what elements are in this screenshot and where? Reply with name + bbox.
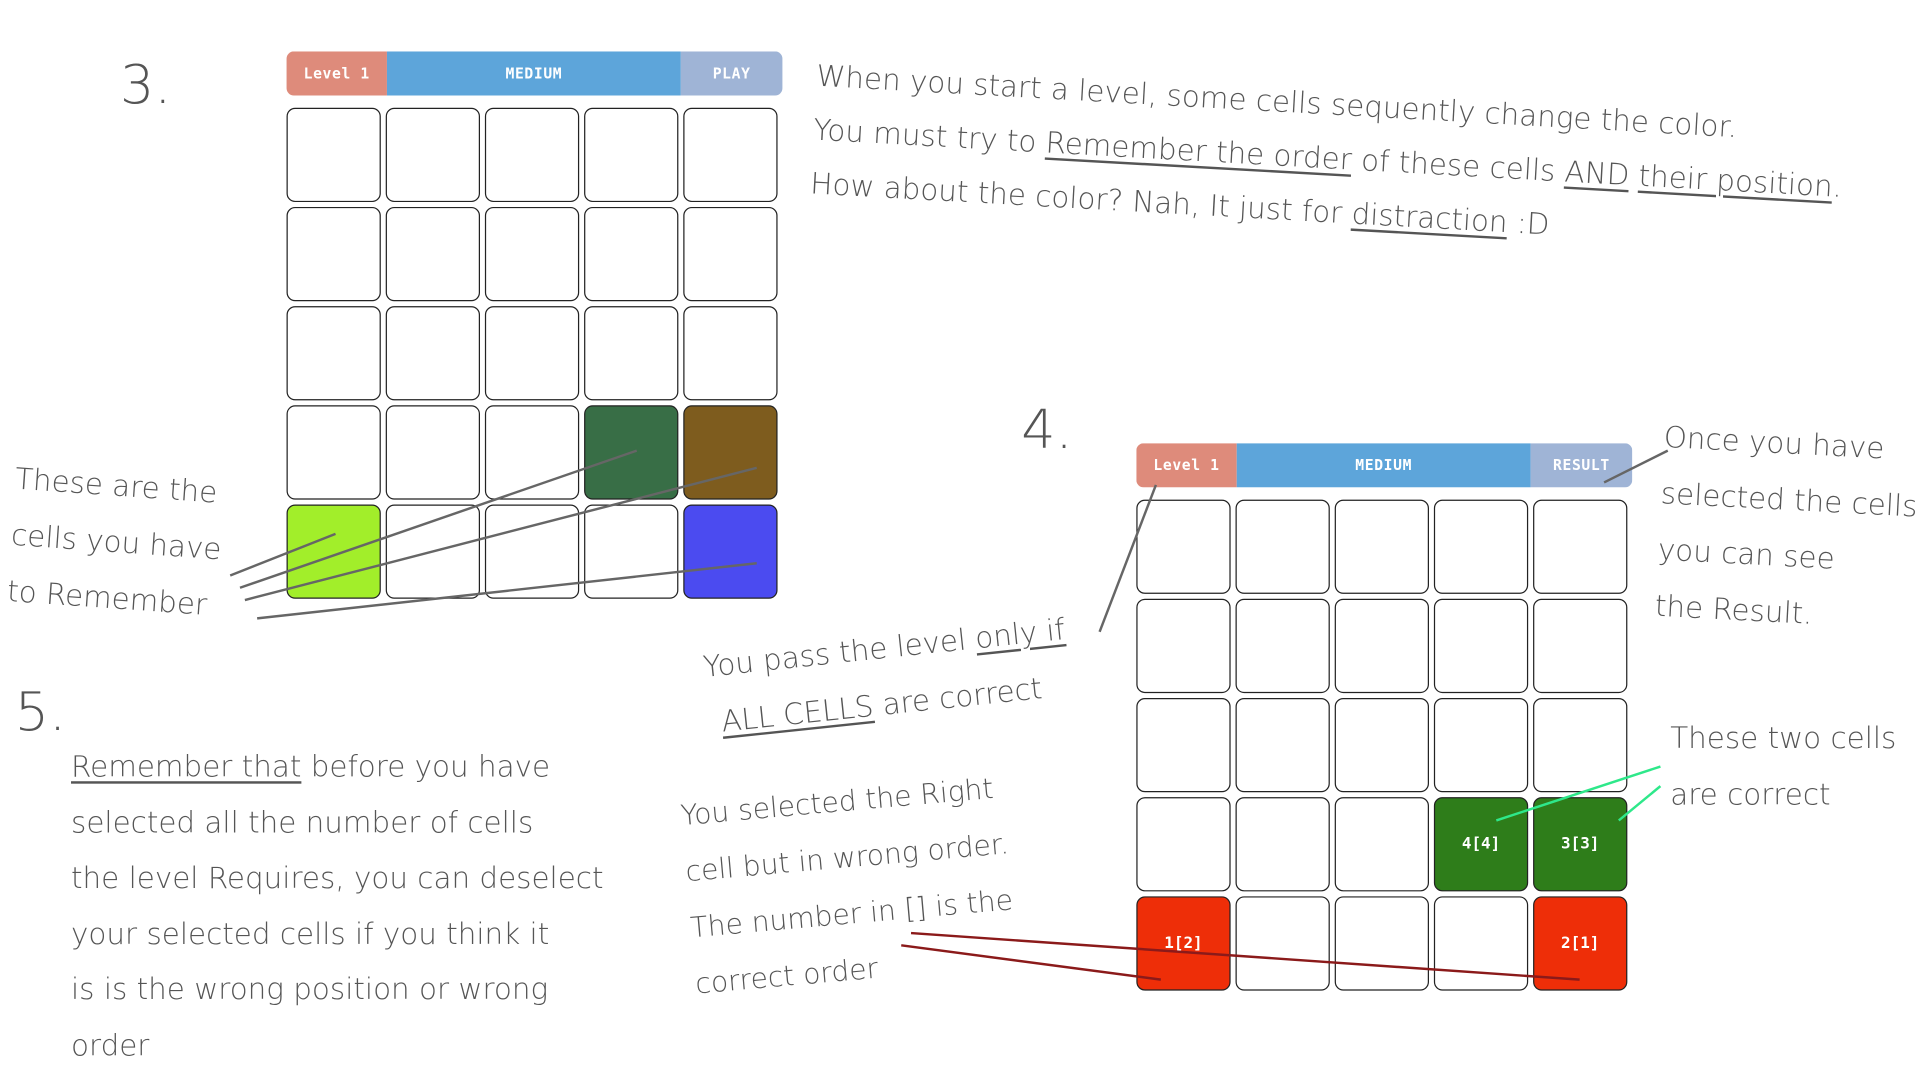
deselect-annotation: Remember that before you have selected a… — [71, 740, 603, 1074]
grid-cell[interactable] — [1533, 598, 1628, 694]
memory-grid — [286, 107, 778, 599]
grid-cell[interactable] — [1136, 697, 1231, 793]
grid-cell[interactable] — [683, 107, 778, 203]
grid-cell[interactable] — [385, 306, 481, 401]
remember-annotation: These are the cells you have to Remember — [5, 451, 227, 634]
intro-text: . — [1831, 169, 1843, 205]
grid-cell[interactable] — [584, 504, 679, 599]
intro-annotation: When you start a level, some cells seque… — [809, 49, 1847, 268]
grid-cell[interactable] — [683, 306, 778, 401]
pass-emphasis-only-if: only if — [973, 612, 1067, 656]
grid-cell[interactable] — [683, 504, 778, 599]
deselect-emphasis: Remember that — [71, 749, 302, 784]
grid-cell[interactable]: 2[1] — [1533, 896, 1628, 991]
grid-cell[interactable] — [1334, 697, 1429, 793]
wrong-order-annotation: You selected the Right cell but in wrong… — [678, 760, 1021, 1013]
game-header-bar: Level 1 MEDIUM PLAY — [286, 51, 783, 96]
grid-cell[interactable] — [484, 405, 580, 500]
pass-text: are correct — [871, 671, 1044, 724]
deselect-line-6: order — [71, 1027, 150, 1063]
grid-cell[interactable] — [286, 107, 381, 203]
pass-annotation: You pass the level only if ALL CELLS are… — [700, 601, 1073, 751]
grid-cell[interactable] — [1334, 499, 1429, 594]
grid-cell[interactable] — [1136, 797, 1231, 892]
result-annotation: Once you have selected the cells, you ca… — [1654, 409, 1920, 648]
grid-cell[interactable] — [385, 206, 481, 302]
grid-cell[interactable] — [1235, 797, 1330, 892]
grid-cell[interactable] — [385, 405, 481, 500]
pass-emphasis-all-cells: ALL CELLS — [719, 688, 876, 739]
difficulty-label: MEDIUM — [1236, 443, 1531, 488]
intro-text: of these cells — [1350, 142, 1566, 189]
grid-cell[interactable] — [1235, 598, 1330, 694]
grid-cell[interactable] — [683, 405, 778, 500]
game-header-bar: Level 1 MEDIUM RESULT — [1136, 443, 1633, 488]
grid-cell[interactable]: 4[4] — [1433, 797, 1529, 892]
result-button[interactable]: RESULT — [1530, 443, 1633, 488]
grid-cell[interactable] — [1136, 499, 1231, 594]
deselect-line-3: the level Requires, you can deselect — [71, 860, 604, 896]
deselect-line-5: is is the wrong position or wrong — [71, 972, 549, 1007]
grid-cell[interactable] — [1334, 598, 1429, 694]
grid-cell[interactable] — [385, 107, 481, 203]
grid-cell[interactable] — [286, 405, 381, 500]
intro-emphasis-distraction: distraction — [1350, 196, 1509, 240]
grid-cell[interactable] — [1334, 896, 1429, 991]
memory-grid: 4[4] 3[3] 1[2] 2[1] — [1136, 499, 1628, 991]
grid-cell[interactable] — [1235, 697, 1330, 793]
grid-cell[interactable] — [286, 206, 381, 302]
correct-annotation: These two cells are correct — [1670, 710, 1896, 823]
grid-cell[interactable] — [1235, 499, 1330, 594]
grid-cell[interactable] — [1433, 697, 1529, 793]
grid-cell[interactable]: 3[3] — [1533, 797, 1628, 892]
grid-cell[interactable] — [584, 206, 679, 302]
difficulty-label: MEDIUM — [386, 51, 681, 96]
level-label: Level 1 — [1136, 443, 1237, 488]
grid-cell[interactable] — [1235, 896, 1330, 991]
grid-cell[interactable] — [286, 306, 381, 401]
grid-cell[interactable]: 1[2] — [1136, 896, 1231, 991]
grid-cell[interactable] — [484, 107, 580, 203]
play-button[interactable]: PLAY — [680, 51, 783, 96]
correct-line-2: are correct — [1670, 777, 1831, 812]
grid-cell[interactable] — [584, 306, 679, 401]
grid-cell[interactable] — [1136, 598, 1231, 694]
grid-cell[interactable] — [1334, 797, 1429, 892]
grid-cell[interactable] — [584, 405, 679, 500]
intro-emphasis-order: Remember the order — [1044, 125, 1353, 177]
grid-cell[interactable] — [1533, 499, 1628, 594]
grid-cell[interactable] — [286, 504, 381, 599]
grid-cell[interactable] — [484, 504, 580, 599]
grid-cell[interactable] — [484, 206, 580, 302]
grid-cell[interactable] — [1433, 598, 1529, 694]
intro-emphasis-position: their position — [1637, 158, 1834, 204]
grid-cell[interactable] — [1433, 896, 1529, 991]
intro-text: :D — [1506, 205, 1551, 242]
step-number-4: 4. — [1021, 399, 1073, 462]
deselect-line-4: your selected cells if you think it — [71, 916, 550, 951]
step-number-5: 5. — [14, 680, 67, 744]
grid-cell[interactable] — [1533, 697, 1628, 793]
deselect-line-1: Remember that before you have — [71, 740, 603, 796]
deselect-text: before you have — [301, 749, 551, 784]
intro-emphasis-and: AND — [1563, 154, 1631, 193]
deselect-line-2: selected all the number of cells — [71, 805, 534, 840]
correct-line-1: These two cells — [1670, 721, 1897, 756]
step-number-3: 3. — [120, 53, 172, 117]
grid-cell[interactable] — [484, 306, 580, 401]
intro-text: You must try to — [812, 112, 1047, 160]
grid-cell[interactable] — [584, 107, 679, 203]
level-label: Level 1 — [286, 51, 387, 96]
grid-cell[interactable] — [683, 206, 778, 302]
grid-cell[interactable] — [385, 504, 481, 599]
grid-cell[interactable] — [1433, 499, 1529, 594]
